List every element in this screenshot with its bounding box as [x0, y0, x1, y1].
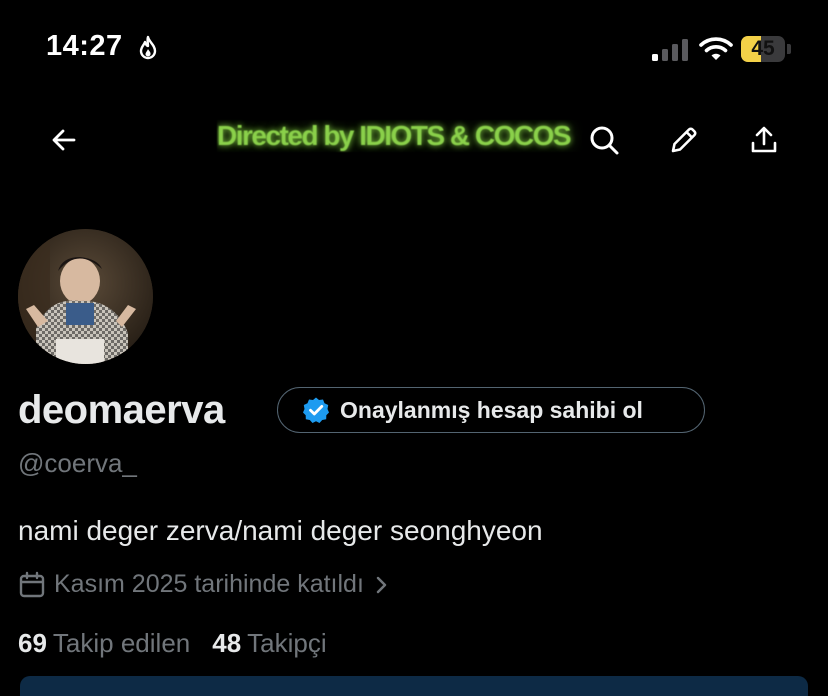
battery-icon: 45 [741, 36, 785, 62]
wifi-icon [699, 37, 733, 60]
profile-bio: nami deger zerva/nami deger seonghyeon [18, 515, 543, 546]
follow-stats: 69 Takip edilen 48 Takipçi [18, 628, 327, 659]
status-bar: 14:27 45 [0, 0, 828, 100]
bottom-banner-edge [20, 676, 808, 696]
share-icon [751, 126, 777, 153]
joined-date-label: Kasım 2025 tarihinde katıldı [54, 570, 364, 598]
followers-label: Takipçi [247, 628, 327, 658]
share-button[interactable] [742, 118, 786, 162]
search-button[interactable] [582, 118, 626, 162]
edit-icon [671, 127, 697, 153]
status-time: 14:27 [46, 30, 123, 62]
get-verified-label: Onaylanmış hesap sahibi ol [340, 396, 643, 423]
battery-level: 45 [751, 37, 775, 60]
edit-button[interactable] [662, 118, 706, 162]
display-name: deomaerva [18, 388, 225, 432]
followers-count: 48 [212, 628, 242, 658]
user-handle: @coerva_ [18, 448, 137, 478]
battery-cap [787, 44, 791, 54]
back-arrow-icon [52, 129, 76, 151]
following-link[interactable]: 69 Takip edilen [18, 628, 190, 659]
chevron-right-icon [376, 576, 387, 593]
avatar-photo [18, 229, 153, 364]
calendar-icon [19, 571, 45, 597]
joined-date[interactable]: Kasım 2025 tarihinde katıldı [18, 570, 390, 599]
flame-icon [139, 35, 157, 60]
following-count: 69 [18, 628, 47, 658]
verified-badge-icon [303, 397, 329, 423]
followers-link[interactable]: 48 Takipçi [212, 628, 326, 659]
back-button[interactable] [42, 118, 86, 162]
signal-icon [652, 39, 688, 61]
search-icon [590, 126, 619, 155]
avatar[interactable] [18, 229, 153, 364]
get-verified-button[interactable]: Onaylanmış hesap sahibi ol [277, 387, 705, 433]
following-label: Takip edilen [52, 628, 191, 658]
